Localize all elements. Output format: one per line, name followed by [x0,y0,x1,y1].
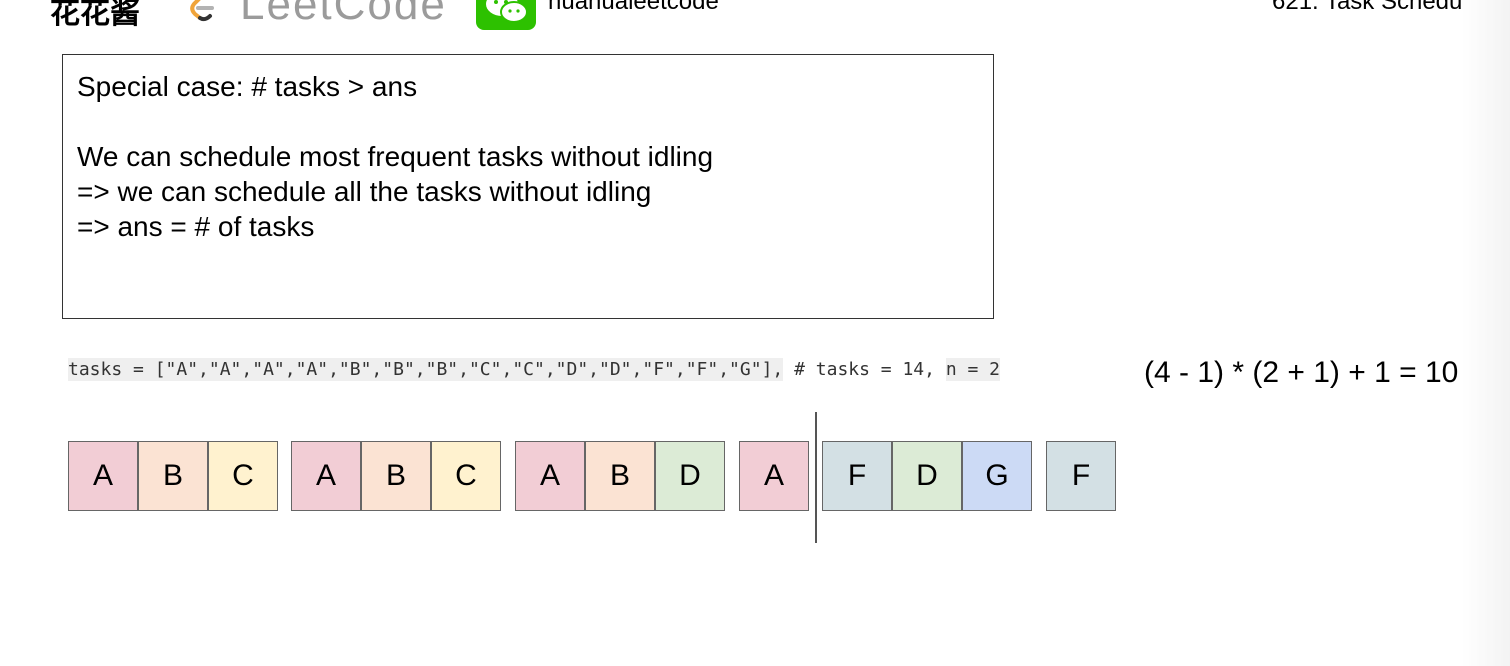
schedule-cell: C [208,441,278,511]
leetcode-logo-icon [190,0,214,22]
schedule-cell: C [431,441,501,511]
tasks-example: tasks = ["A","A","A","A","B","B","B","C"… [68,358,1001,381]
note-heading: Special case: # tasks > ans [77,71,418,102]
edge-shadow [1462,0,1510,666]
schedule-cell: A [68,441,138,511]
note-line: We can schedule most frequent tasks with… [77,141,714,172]
leetcode-logo-wordmark: LeetCode [240,0,447,29]
header-bar: 花花酱 LeetCode huahualeetcode 621. Task Sc… [0,0,1510,30]
schedule-cell: B [361,441,431,511]
n-value: n = 2 [945,358,1001,381]
schedule-cell: D [655,441,725,511]
schedule-cell: A [515,441,585,511]
formula: (4 - 1) * (2 + 1) + 1 = 10 [1144,356,1459,389]
note-line: => ans = # of tasks [77,211,315,242]
schedule-cell: A [739,441,809,511]
tasks-count: # tasks = 14, [794,359,935,380]
tasks-array: tasks = ["A","A","A","A","B","B","B","C"… [68,358,784,381]
schedule-cell: B [138,441,208,511]
note-line: => we can schedule all the tasks without… [77,176,652,207]
brand-chinese-name: 花花酱 [50,0,140,30]
special-case-note: Special case: # tasks > ans We can sched… [62,54,994,319]
schedule-cell: G [962,441,1032,511]
schedule-cell: A [291,441,361,511]
schedule-cell: D [892,441,962,511]
schedule-divider [815,412,817,543]
schedule-cell: F [822,441,892,511]
schedule-cell: B [585,441,655,511]
wechat-handle: huahualeetcode [548,0,719,15]
wechat-icon [476,0,536,30]
schedule-cell: F [1046,441,1116,511]
problem-title: 621. Task Scheduler [1272,0,1490,15]
